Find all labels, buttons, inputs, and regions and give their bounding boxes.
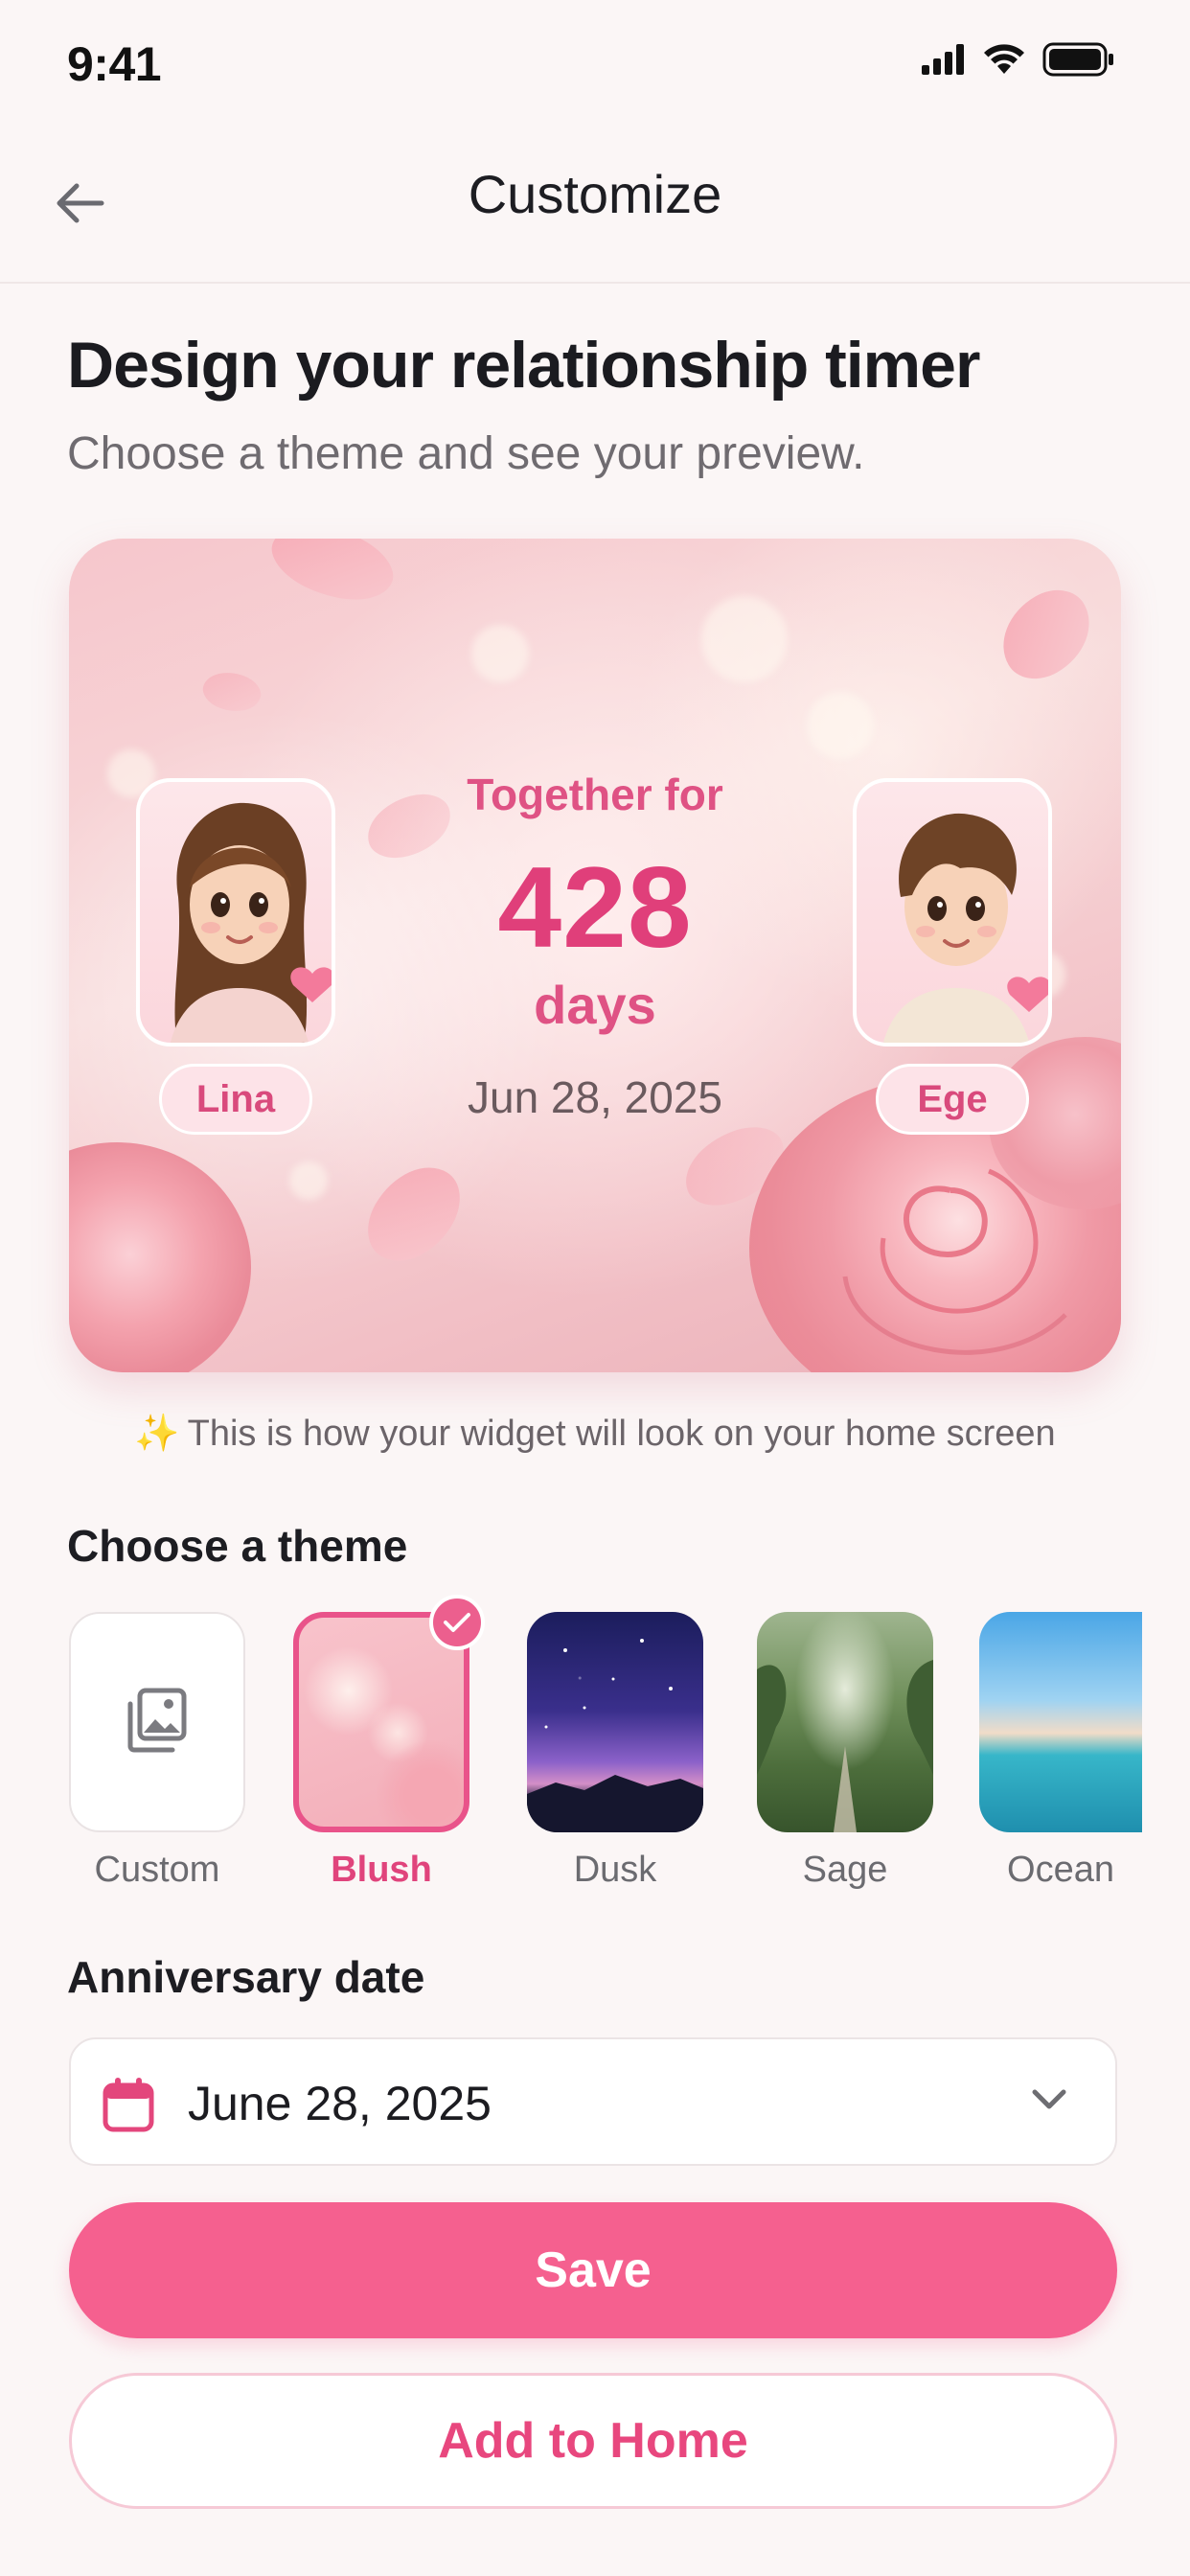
theme-custom-tile [69,1612,245,1832]
theme-custom-label: Custom [94,1850,220,1890]
together-label: Together for [467,770,723,819]
theme-sage-tile [757,1612,933,1832]
anniversary-section-title: Anniversary date [67,1952,425,2002]
theme-dusk[interactable]: Dusk [527,1612,703,1891]
petal [262,539,403,620]
theme-ocean[interactable]: Ocean [979,1612,1142,1891]
status-time: 9:41 [67,37,162,91]
bokeh-light [701,596,788,682]
calendar-icon [102,2076,155,2138]
petal [197,663,266,721]
status-icons [922,42,1115,81]
widget-preview-card: Lina Ege Together for 428 days Jun 28, 2… [69,539,1121,1372]
signal-icon [922,44,966,80]
nav-title: Customize [468,164,722,224]
theme-dusk-label: Dusk [573,1850,657,1890]
wifi-icon [983,43,1025,80]
chevron-down-icon [1031,2087,1067,2117]
check-icon [429,1595,485,1650]
page-subtitle: Choose a theme and see your preview. [67,428,865,479]
battery-icon [1042,42,1115,81]
petal [354,1149,474,1279]
sparkles-icon: ✨ [134,1414,180,1454]
add-to-home-button[interactable]: Add to Home [69,2373,1117,2509]
theme-sage-label: Sage [802,1850,888,1890]
theme-ocean-tile [979,1612,1142,1832]
nav-bar: Customize [0,134,1190,284]
theme-custom[interactable]: Custom [69,1612,245,1891]
bokeh-light [471,625,529,682]
rose-decoration [69,1142,251,1372]
theme-section-title: Choose a theme [67,1521,408,1571]
status-bar: 9:41 [0,0,1190,134]
anniversary-date-value: June 28, 2025 [188,2077,492,2130]
theme-ocean-label: Ocean [1007,1850,1114,1890]
days-count: 428 [497,843,693,972]
widget-note-text: This is how your widget will look on you… [187,1414,1056,1454]
gallery-icon [126,1687,188,1759]
days-label: days [534,975,656,1035]
bokeh-light [807,692,874,759]
theme-sage[interactable]: Sage [757,1612,933,1891]
page-title: Design your relationship timer [67,329,980,402]
theme-dusk-tile [527,1612,703,1832]
petal [985,577,1108,692]
theme-blush-label: Blush [331,1850,432,1890]
bokeh-light [289,1162,328,1200]
anniversary-date-picker[interactable]: June 28, 2025 [69,2037,1117,2166]
start-date: Jun 28, 2025 [467,1072,722,1122]
theme-list: Custom Blush Dusk Sage Ocean [69,1595,1190,1899]
widget-note: ✨ This is how your widget will look on yo… [0,1413,1190,1455]
save-button[interactable]: Save [69,2202,1117,2338]
theme-blush[interactable]: Blush [293,1595,485,1891]
